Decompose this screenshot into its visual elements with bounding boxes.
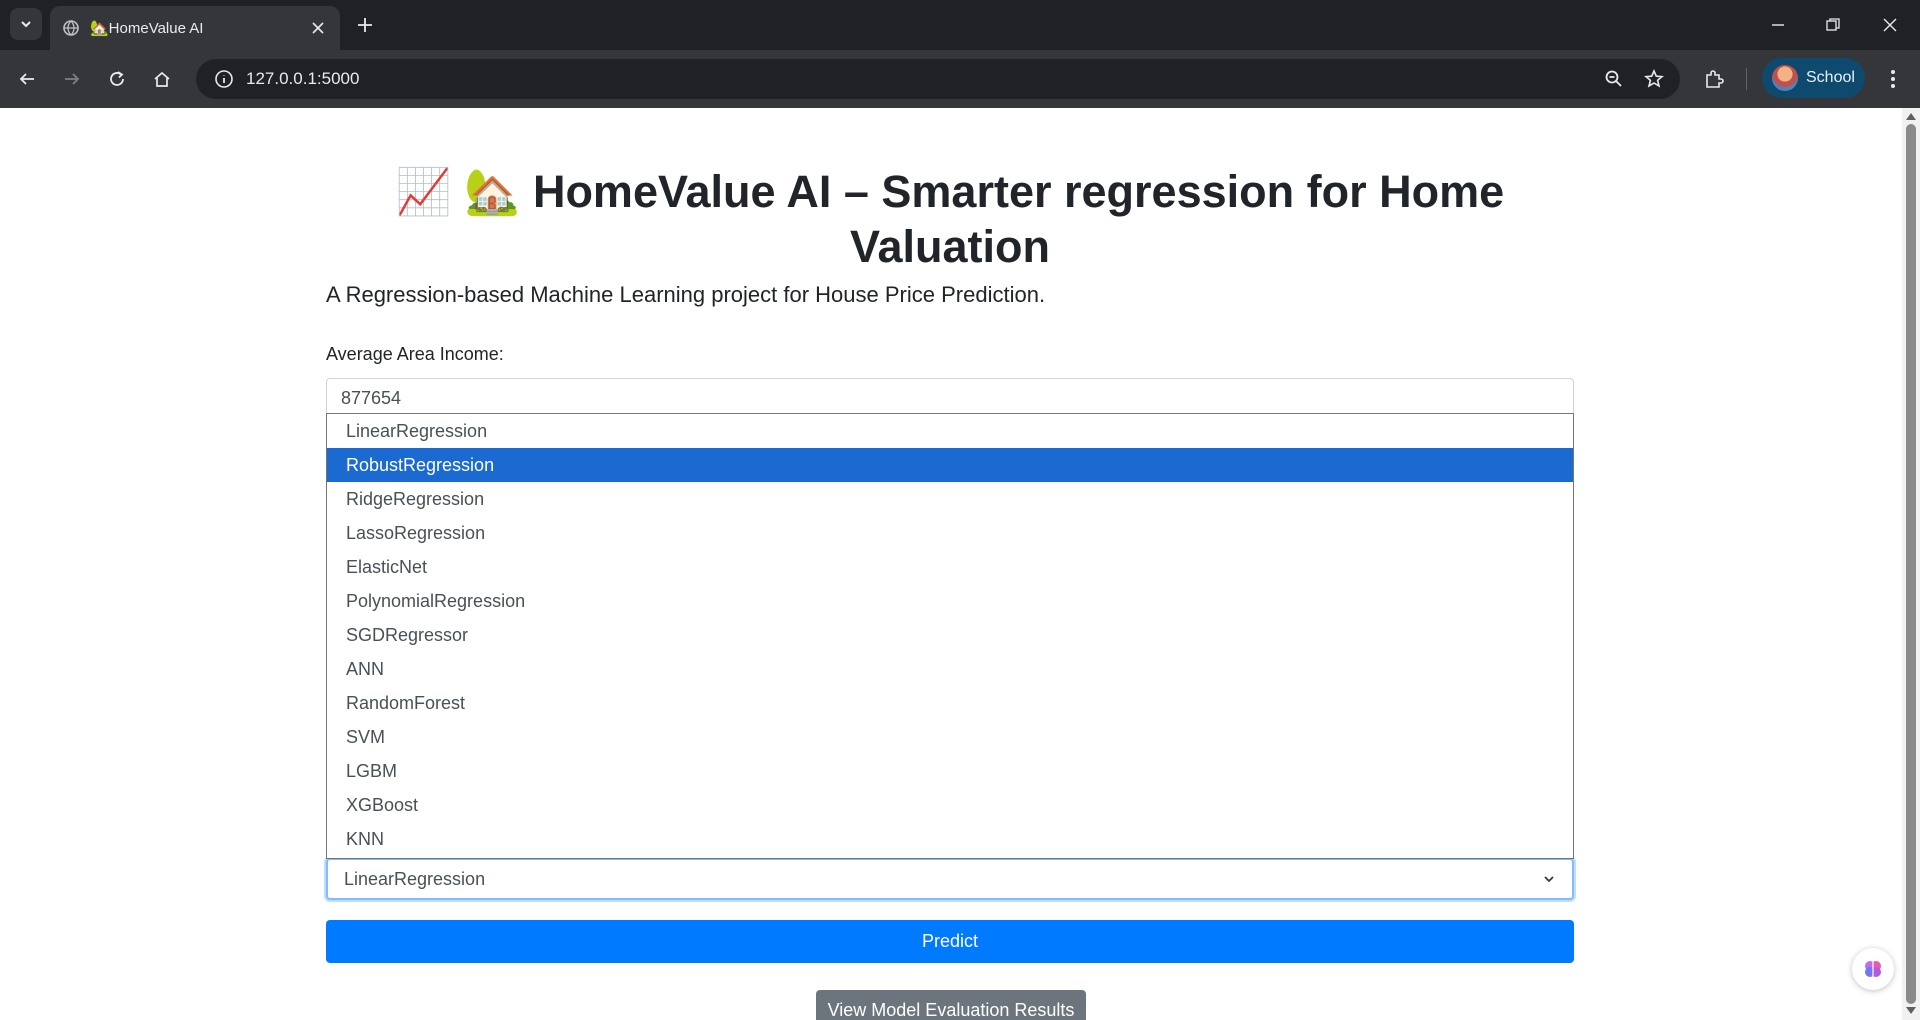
model-select-value: LinearRegression xyxy=(344,868,486,889)
predict-button[interactable]: Predict xyxy=(326,920,1574,963)
tab-strip: 🏡HomeValue AI xyxy=(0,0,1920,50)
page-viewport: 📈 🏡 HomeValue AI – Smarter regression fo… xyxy=(0,108,1902,1020)
dropdown-option[interactable]: ANN xyxy=(327,652,1573,686)
tab-homevalue[interactable]: 🏡HomeValue AI xyxy=(50,6,340,50)
dropdown-option[interactable]: SVM xyxy=(327,720,1573,754)
view-evaluation-button[interactable]: View Model Evaluation Results xyxy=(816,990,1086,1020)
extension-floating-button[interactable] xyxy=(1852,948,1894,990)
page-scrollbar[interactable] xyxy=(1902,108,1920,1020)
reload-icon xyxy=(110,71,124,86)
new-tab-button[interactable] xyxy=(352,12,378,38)
puzzle-icon xyxy=(1706,70,1724,88)
dropdown-option[interactable]: LGBM xyxy=(327,754,1573,788)
browser-toolbar: 127.0.0.1:5000 School xyxy=(0,50,1920,108)
dropdown-option[interactable]: XGBoost xyxy=(327,788,1573,822)
arrow-left-icon xyxy=(19,73,34,85)
chevron-down-icon xyxy=(1542,872,1556,886)
reload-button[interactable] xyxy=(100,62,134,96)
plus-icon xyxy=(358,18,372,32)
dropdown-option[interactable]: PolynomialRegression xyxy=(327,584,1573,618)
url-text[interactable]: 127.0.0.1:5000 xyxy=(246,69,1594,89)
tab-search-button[interactable] xyxy=(10,8,42,40)
dropdown-option[interactable]: ElasticNet xyxy=(327,550,1573,584)
home-icon xyxy=(154,71,170,87)
avatar xyxy=(1772,65,1798,91)
address-bar[interactable]: 127.0.0.1:5000 xyxy=(196,59,1680,99)
bookmark-star-icon[interactable] xyxy=(1634,59,1674,99)
forward-button[interactable] xyxy=(55,62,89,96)
close-icon[interactable] xyxy=(308,18,328,38)
model-dropdown-list[interactable]: LinearRegression RobustRegression RidgeR… xyxy=(326,413,1574,859)
brain-icon xyxy=(1865,961,1881,977)
dropdown-option[interactable]: SGDRegressor xyxy=(327,618,1573,652)
site-info-icon[interactable] xyxy=(204,59,244,99)
tab-title: 🏡HomeValue AI xyxy=(90,20,204,37)
globe-icon xyxy=(62,19,80,37)
page-title: 📈 🏡 HomeValue AI – Smarter regression fo… xyxy=(395,166,1505,272)
scrollbar-thumb[interactable] xyxy=(1906,124,1916,1004)
more-vert-icon xyxy=(1891,70,1895,88)
zoom-icon[interactable] xyxy=(1594,59,1634,99)
page-subtitle: A Regression-based Machine Learning proj… xyxy=(326,282,1046,307)
extensions-button[interactable] xyxy=(1697,62,1731,96)
dropdown-option[interactable]: LinearRegression xyxy=(327,414,1573,448)
profile-button[interactable]: School xyxy=(1762,58,1865,98)
scroll-up-icon[interactable] xyxy=(1906,111,1916,121)
restore-button[interactable] xyxy=(1813,10,1853,40)
toolbar-divider xyxy=(1746,68,1747,90)
menu-button[interactable] xyxy=(1876,62,1910,96)
model-select[interactable]: LinearRegression xyxy=(326,858,1574,900)
dropdown-option[interactable]: LassoRegression xyxy=(327,516,1573,550)
arrow-right-icon xyxy=(65,73,80,85)
dropdown-option[interactable]: RidgeRegression xyxy=(327,482,1573,516)
income-input[interactable] xyxy=(326,378,1574,418)
minimize-icon xyxy=(1772,24,1784,26)
close-window-button[interactable] xyxy=(1870,10,1910,40)
back-button[interactable] xyxy=(10,62,44,96)
minimize-button[interactable] xyxy=(1758,10,1798,40)
dropdown-option[interactable]: KNN xyxy=(327,822,1573,856)
chevron-down-icon xyxy=(21,21,31,28)
dropdown-option[interactable]: RandomForest xyxy=(327,686,1573,720)
dropdown-option[interactable]: RobustRegression xyxy=(327,448,1573,482)
income-label: Average Area Income: xyxy=(326,344,504,364)
profile-label: School xyxy=(1806,69,1855,86)
scroll-down-icon[interactable] xyxy=(1906,1006,1916,1016)
restore-icon xyxy=(1826,18,1840,31)
close-icon xyxy=(1883,18,1897,32)
home-button[interactable] xyxy=(145,62,179,96)
